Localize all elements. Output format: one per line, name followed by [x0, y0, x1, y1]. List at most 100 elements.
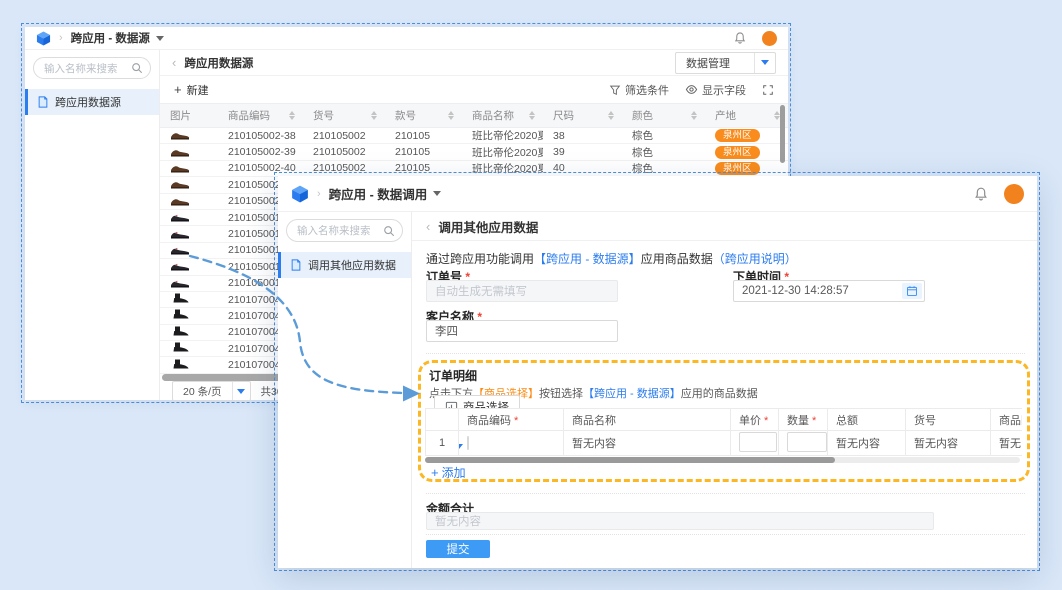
product-code-select[interactable]	[467, 436, 469, 450]
calendar-icon[interactable]	[902, 283, 922, 299]
product-image	[170, 161, 190, 173]
intro-mid: 应用商品数据	[641, 252, 713, 266]
table-row[interactable]: 210105002-38210105002210105班比帝伦2020夏季真皮.…	[160, 128, 788, 144]
order-no-input[interactable]: 自动生成无需填写	[426, 280, 618, 302]
chevron-down-icon[interactable]	[754, 53, 775, 73]
source-app-link[interactable]: 【跨应用 - 数据源】	[583, 388, 681, 400]
table-row[interactable]: 210105002-40210105002210105班比帝伦2020夏季真皮.…	[160, 160, 788, 176]
view-select-label: 数据管理	[676, 53, 754, 73]
detail-horizontal-scrollbar[interactable]	[425, 457, 1020, 463]
total-amount-cell: 暂无内容	[828, 431, 906, 456]
page-title: 跨应用数据源	[184, 55, 253, 71]
view-select-dropdown[interactable]: 数据管理	[675, 52, 776, 74]
product-image	[170, 341, 190, 353]
column-header[interactable]: 尺码	[543, 104, 622, 128]
detail-column-header	[426, 409, 459, 431]
unit-price-input[interactable]	[739, 432, 777, 452]
customer-name-value: 李四	[435, 323, 458, 339]
search-icon[interactable]	[131, 62, 143, 74]
column-header[interactable]: 款号	[385, 104, 462, 128]
customer-name-input[interactable]: 李四	[426, 320, 618, 342]
table-row[interactable]: 210105002-39210105002210105班比帝伦2020夏季真皮.…	[160, 144, 788, 160]
intro-text: 通过跨应用功能调用【跨应用 - 数据源】应用商品数据（跨应用说明）	[426, 250, 797, 267]
back-icon[interactable]	[172, 56, 176, 69]
app-title[interactable]: 跨应用 - 数据调用	[329, 184, 428, 203]
sort-icon[interactable]	[289, 111, 295, 120]
quantity-input[interactable]	[787, 432, 827, 452]
page-title: 调用其他应用数据	[438, 217, 538, 236]
product-image	[170, 308, 190, 320]
breadcrumb-chevron: ›	[317, 188, 321, 200]
sidebar-search-input[interactable]: 输入名称来搜索	[286, 219, 403, 242]
source-app-link[interactable]: 【跨应用 - 数据源】	[534, 252, 641, 266]
sort-icon[interactable]	[529, 111, 535, 120]
total-input[interactable]: 暂无内容	[426, 512, 934, 530]
show-fields-button[interactable]: 显示字段	[685, 82, 746, 98]
product-image-cell: 暂无内容	[991, 431, 1023, 456]
product-image	[170, 210, 190, 222]
detail-column-header: 商品名称	[564, 409, 731, 431]
fullscreen-icon[interactable]	[762, 84, 774, 96]
cross-app-doc-link[interactable]: （跨应用说明）	[713, 252, 797, 266]
order-no-placeholder: 自动生成无需填写	[435, 283, 527, 299]
document-icon	[290, 259, 302, 271]
sort-icon[interactable]	[608, 111, 614, 120]
detail-header-row: 商品编码 *商品名称单价 *数量 *总额货号商品图片	[426, 409, 1023, 431]
sidebar-item-label: 调用其他应用数据	[308, 257, 396, 273]
sidebar-search-input[interactable]: 输入名称来搜索	[33, 57, 151, 79]
sort-icon[interactable]	[691, 111, 697, 120]
column-header[interactable]: 产地	[705, 104, 788, 128]
user-avatar[interactable]	[1004, 184, 1024, 204]
sidebar-item-call-data[interactable]: 调用其他应用数据	[278, 252, 411, 278]
product-image	[170, 358, 190, 370]
submit-button[interactable]: 提交	[426, 540, 490, 558]
column-header[interactable]: 货号	[303, 104, 385, 128]
bell-icon[interactable]	[733, 31, 747, 45]
table-header-row: 图片商品编码货号款号商品名称尺码颜色产地	[160, 104, 788, 128]
sort-icon[interactable]	[371, 111, 377, 120]
plus-icon	[174, 83, 182, 97]
sidebar-item-data-source[interactable]: 跨应用数据源	[25, 89, 159, 115]
product-image	[170, 227, 190, 239]
chevron-down-icon[interactable]	[232, 382, 250, 400]
search-icon[interactable]	[383, 225, 395, 237]
call-page-header: 调用其他应用数据	[412, 212, 1037, 241]
app-switcher-caret-icon[interactable]	[156, 36, 164, 41]
column-header[interactable]: 商品名称	[462, 104, 543, 128]
section-divider	[426, 493, 1025, 494]
scrollbar-thumb[interactable]	[425, 457, 835, 463]
item-no-cell: 暂无内容	[906, 431, 991, 456]
intro-pre: 通过跨应用功能调用	[426, 252, 534, 266]
page-size-label: 20 条/页	[173, 384, 232, 399]
app-title[interactable]: 跨应用 - 数据源	[71, 30, 150, 46]
source-table-toolbar: 新建 筛选条件 显示字段	[160, 76, 788, 103]
order-time-input[interactable]: 2021-12-30 14:28:57	[733, 280, 925, 302]
new-record-button[interactable]: 新建	[174, 82, 209, 98]
source-titlebar: › 跨应用 - 数据源	[25, 27, 788, 50]
page-size-select[interactable]: 20 条/页	[172, 381, 251, 401]
vertical-scrollbar[interactable]	[780, 105, 785, 163]
section-divider	[426, 353, 1025, 354]
sort-icon[interactable]	[448, 111, 454, 120]
app-switcher-caret-icon[interactable]	[433, 191, 441, 196]
product-image	[170, 194, 190, 206]
product-image	[170, 292, 190, 304]
column-header[interactable]: 颜色	[622, 104, 705, 128]
search-placeholder: 输入名称来搜索	[44, 61, 118, 76]
product-image	[170, 243, 190, 255]
order-detail-highlight-box: 订单明细 点击下方【商品选择】按钮选择【跨应用 - 数据源】应用的商品数据 商品…	[418, 360, 1030, 482]
column-header[interactable]: 商品编码	[218, 104, 303, 128]
search-placeholder: 输入名称来搜索	[297, 223, 371, 238]
order-detail-table: 商品编码 *商品名称单价 *数量 *总额货号商品图片 1 暂无内容 暂无内容 暂…	[425, 408, 1022, 456]
bell-icon[interactable]	[973, 186, 989, 202]
call-titlebar: › 跨应用 - 数据调用	[278, 176, 1037, 212]
add-row-button[interactable]: 添加	[431, 464, 466, 481]
back-icon[interactable]	[426, 220, 430, 233]
call-sidebar: 输入名称来搜索 调用其他应用数据	[278, 212, 412, 568]
product-image	[170, 128, 190, 140]
product-image	[170, 325, 190, 337]
hint-post: 应用的商品数据	[681, 388, 758, 400]
source-page-header: 跨应用数据源 数据管理	[160, 50, 788, 76]
user-avatar[interactable]	[762, 31, 777, 46]
filter-button[interactable]: 筛选条件	[609, 82, 669, 98]
